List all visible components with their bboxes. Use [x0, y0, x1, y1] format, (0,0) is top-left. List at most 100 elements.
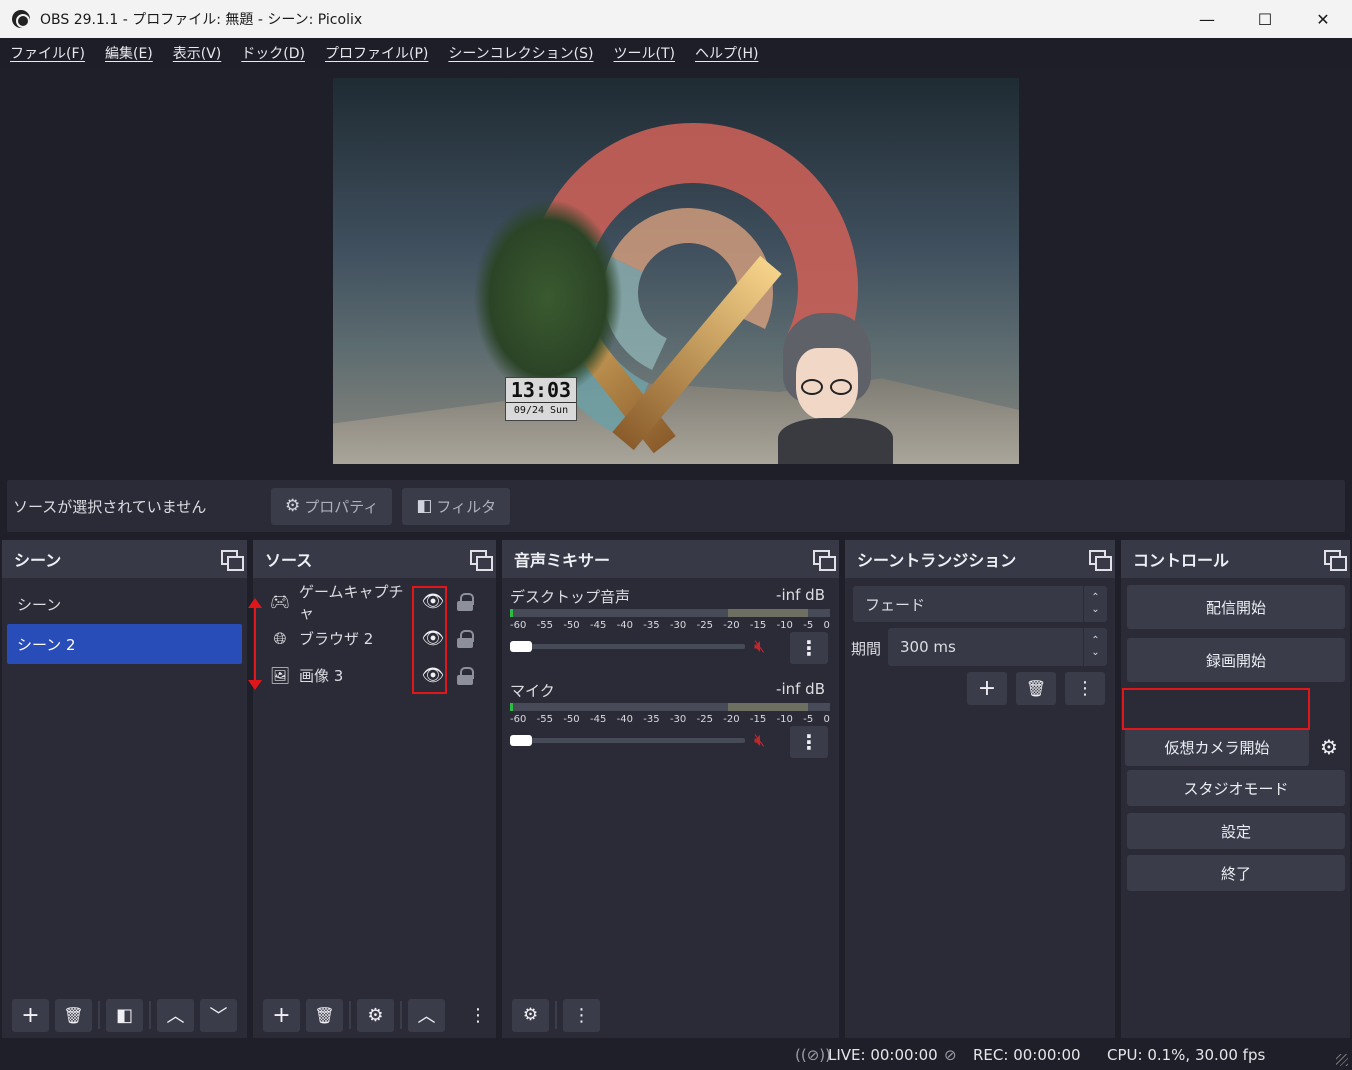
undock-icon[interactable]	[1324, 550, 1347, 571]
move-scene-up-button[interactable]: ︿	[157, 998, 194, 1032]
duration-label: 期間	[851, 640, 882, 658]
resize-grip-icon[interactable]	[1336, 1054, 1348, 1066]
tick-label: -55	[536, 620, 553, 631]
maximize-button[interactable]: ☐	[1236, 0, 1294, 38]
controls-dock: コントロール 配信開始 録画開始 仮想カメラ開始 ⚙ スタジオモード 設定 終了	[1121, 540, 1350, 1038]
add-source-button[interactable]: +	[263, 998, 300, 1032]
channel-options-button[interactable]: ⋮	[790, 632, 828, 664]
remove-transition-button[interactable]: 🗑	[1016, 672, 1056, 705]
remove-scene-button[interactable]: 🗑	[55, 998, 92, 1032]
close-button[interactable]: ✕	[1294, 0, 1352, 38]
tick-label: -45	[589, 620, 607, 631]
muted-speaker-icon[interactable]: 🔇︎	[754, 730, 765, 751]
clock-time: 13:03	[506, 378, 576, 403]
filter-icon: ◧	[416, 496, 433, 516]
channel-name: マイク	[510, 682, 555, 700]
channel-options-button[interactable]: ⋮	[790, 726, 828, 758]
start-streaming-button[interactable]: 配信開始	[1127, 585, 1345, 629]
undock-icon[interactable]	[470, 550, 493, 571]
settings-button[interactable]: 設定	[1127, 813, 1345, 849]
toolbar-divider	[149, 1001, 151, 1029]
source-item[interactable]: 🎮︎ ゲームキャプチャ 👁︎	[253, 583, 496, 622]
program-preview[interactable]: 13:03 09/24 Sun	[333, 78, 1019, 464]
mixer-toolbar: ⚙ ⋮	[502, 992, 606, 1038]
kebab-icon: ⋮	[572, 1004, 591, 1026]
start-virtual-camera-button[interactable]: 仮想カメラ開始	[1125, 729, 1309, 766]
plus-icon: +	[272, 1002, 291, 1028]
tick-label: -50	[563, 620, 580, 631]
kebab-icon: ⋮	[799, 730, 819, 754]
menu-profile[interactable]: プロファイル(P)	[315, 43, 438, 63]
chevron-up-icon: ︿	[417, 1006, 436, 1027]
menu-scene-collection[interactable]: シーンコレクション(S)	[438, 43, 603, 63]
toolbar-divider	[98, 1001, 100, 1029]
source-item[interactable]: 🖼︎ 画像 3 👁︎	[253, 657, 496, 694]
minimize-button[interactable]: —	[1178, 0, 1236, 38]
tick-label: 0	[823, 714, 830, 725]
annotation-double-arrow	[248, 598, 262, 690]
undock-icon[interactable]	[1089, 550, 1112, 571]
volume-slider-handle[interactable]	[510, 641, 532, 652]
kebab-icon: ⋮	[1076, 678, 1094, 699]
tick-label: -25	[696, 714, 713, 725]
tick-label: -10	[776, 620, 793, 631]
muted-speaker-icon[interactable]: 🔇︎	[754, 636, 765, 657]
volume-slider[interactable]	[510, 735, 745, 746]
spin-arrows-icon[interactable]: ⌃ ⌄	[1083, 628, 1107, 666]
trash-icon: 🗑	[63, 1005, 84, 1025]
source-item[interactable]: 🌐︎ ブラウザ 2 👁︎	[253, 620, 496, 657]
start-recording-button[interactable]: 録画開始	[1127, 638, 1345, 682]
rec-off-icon: ⊘	[944, 1046, 957, 1064]
tick-label: -30	[669, 714, 687, 725]
title-bar: OBS 29.1.1 - プロファイル: 無題 - シーン: Picolix —…	[0, 0, 1352, 38]
volume-slider[interactable]	[510, 641, 745, 652]
move-scene-down-button[interactable]: ﹀	[200, 998, 237, 1032]
scene-item-selected[interactable]: シーン 2	[7, 624, 242, 664]
transition-select[interactable]: フェード ⌃ ⌄	[853, 586, 1107, 622]
transition-properties-button[interactable]: ⋮	[1065, 672, 1105, 705]
undock-icon[interactable]	[221, 550, 244, 571]
studio-mode-button[interactable]: スタジオモード	[1127, 770, 1345, 806]
scene-item[interactable]: シーン	[7, 584, 242, 624]
undock-icon[interactable]	[813, 550, 836, 571]
properties-button[interactable]: ⚙ プロパティ	[271, 487, 393, 525]
lock-icon[interactable]	[457, 593, 475, 611]
add-scene-button[interactable]: +	[12, 998, 49, 1032]
meter-ticks: -60 -55 -50 -45 -40 -35 -30 -25 -20 -15 -10 -5 0	[510, 620, 830, 631]
virtual-camera-settings-button[interactable]: ⚙	[1314, 731, 1344, 763]
filters-button[interactable]: ◧ フィルタ	[402, 487, 511, 525]
advanced-audio-button[interactable]: ⚙	[512, 998, 549, 1032]
move-source-up-button[interactable]: ︿	[408, 998, 445, 1032]
menu-file[interactable]: ファイル(F)	[0, 43, 95, 63]
more-options-button[interactable]: ⋮	[469, 999, 487, 1032]
globe-icon: 🌐︎	[273, 628, 287, 648]
menu-view[interactable]: 表示(V)	[163, 43, 232, 63]
vtuber-avatar	[778, 313, 893, 464]
clock-date: 09/24 Sun	[513, 405, 569, 416]
tick-label: -50	[563, 714, 580, 725]
menu-help[interactable]: ヘルプ(H)	[685, 43, 768, 63]
menu-tools[interactable]: ツール(T)	[604, 43, 685, 63]
scenes-toolbar: + 🗑 ◧ ︿ ﹀	[2, 992, 243, 1038]
menu-edit[interactable]: 編集(E)	[95, 43, 163, 63]
add-transition-button[interactable]: +	[967, 672, 1007, 705]
trash-icon: 🗑	[1025, 679, 1047, 698]
lock-icon[interactable]	[457, 667, 475, 685]
source-properties-button[interactable]: ⚙	[357, 998, 394, 1032]
source-label: 画像 3	[299, 667, 344, 685]
scene-filters-button[interactable]: ◧	[106, 998, 143, 1032]
mixer-channel: マイク -inf dB -60 -55 -50 -45 -40 -35 -30 -25 -20-…	[502, 672, 839, 766]
tick-label: -40	[616, 620, 633, 631]
exit-button[interactable]: 終了	[1127, 855, 1345, 891]
transitions-title: シーントランジション	[857, 551, 1017, 570]
duration-spinbox[interactable]: 300 ms ⌃ ⌄	[888, 628, 1107, 666]
menu-docks[interactable]: ドック(D)	[231, 43, 315, 63]
chevron-up-icon: ︿	[166, 1006, 185, 1027]
transition-selected-value: フェード	[865, 595, 926, 614]
volume-slider-handle[interactable]	[510, 735, 532, 746]
window-title: OBS 29.1.1 - プロファイル: 無題 - シーン: Picolix	[40, 12, 363, 28]
remove-source-button[interactable]: 🗑	[306, 998, 343, 1032]
status-bar: ((⊘)) LIVE: 00:00:00 ⊘ REC: 00:00:00 CPU…	[0, 1040, 1352, 1070]
mixer-options-button[interactable]: ⋮	[563, 998, 600, 1032]
lock-icon[interactable]	[457, 630, 475, 648]
